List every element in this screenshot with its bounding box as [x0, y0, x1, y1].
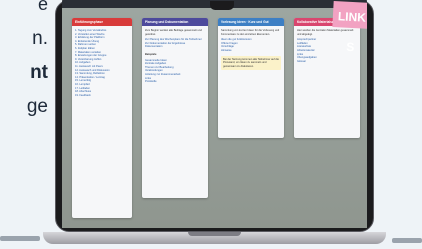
column-body: Sammlung von kurzen Ideen für die Vorles… [218, 26, 284, 73]
cable [0, 236, 40, 241]
column-sublist: Gesammelte Ideen Zentrale Aufgaben Themen … [145, 59, 205, 84]
board-column: Vorlesung Ideen · Kurz und Gut Sammlung … [218, 18, 284, 138]
column-list: Ideen die gut funktionieren Offene Fragen… [221, 38, 281, 52]
column-header: Vorlesung Ideen · Kurz und Gut [218, 18, 284, 26]
list-item[interactable]: Glossar [297, 60, 357, 64]
column-list: Zur Planung des Wochenplans für die Teil… [145, 38, 205, 49]
column-body: Zum Beginn werden alle Beiträge gesammel… [142, 26, 208, 87]
background-text-line: nt [30, 62, 48, 83]
background-text-line: e [37, 0, 48, 14]
list-item[interactable]: 19. Feedback [75, 94, 129, 98]
column-subtitle: Beispiele [145, 52, 157, 56]
board-column: Planung und Dokumentation Zum Beginn wer… [142, 18, 208, 198]
background-text-line: ge [26, 96, 48, 117]
background-text-line: n. [32, 28, 48, 49]
column-intro: Sammlung von kurzen Ideen für die Vorles… [221, 29, 280, 36]
column-intro: Zum Beginn werden alle Beiträge gesammel… [145, 29, 202, 36]
column-header: Einführungsphase [72, 18, 132, 26]
corner-sign: LINK S [332, 1, 367, 54]
column-body: 1. Tagung zum Verständnis 2. Vorstellen e… [72, 26, 132, 100]
cable [392, 238, 422, 243]
laptop-base [43, 232, 386, 244]
note-card: Bei der Nutzung kommen alle Teilnehmer a… [221, 55, 281, 71]
laptop-base-notch [188, 232, 241, 236]
laptop-screen: Einführungsphase 1. Tagung zum Verständn… [62, 0, 367, 228]
list-item[interactable]: Dokumentation [145, 45, 205, 49]
list-item[interactable]: Protokolle [145, 80, 205, 84]
column-header: Planung und Dokumentation [142, 18, 208, 26]
camera-notch [210, 1, 234, 10]
board-column: Einführungsphase 1. Tagung zum Verständn… [72, 18, 132, 218]
padlet-board: Einführungsphase 1. Tagung zum Verständn… [62, 1, 367, 228]
list-item[interactable]: Hinweise [221, 49, 281, 53]
